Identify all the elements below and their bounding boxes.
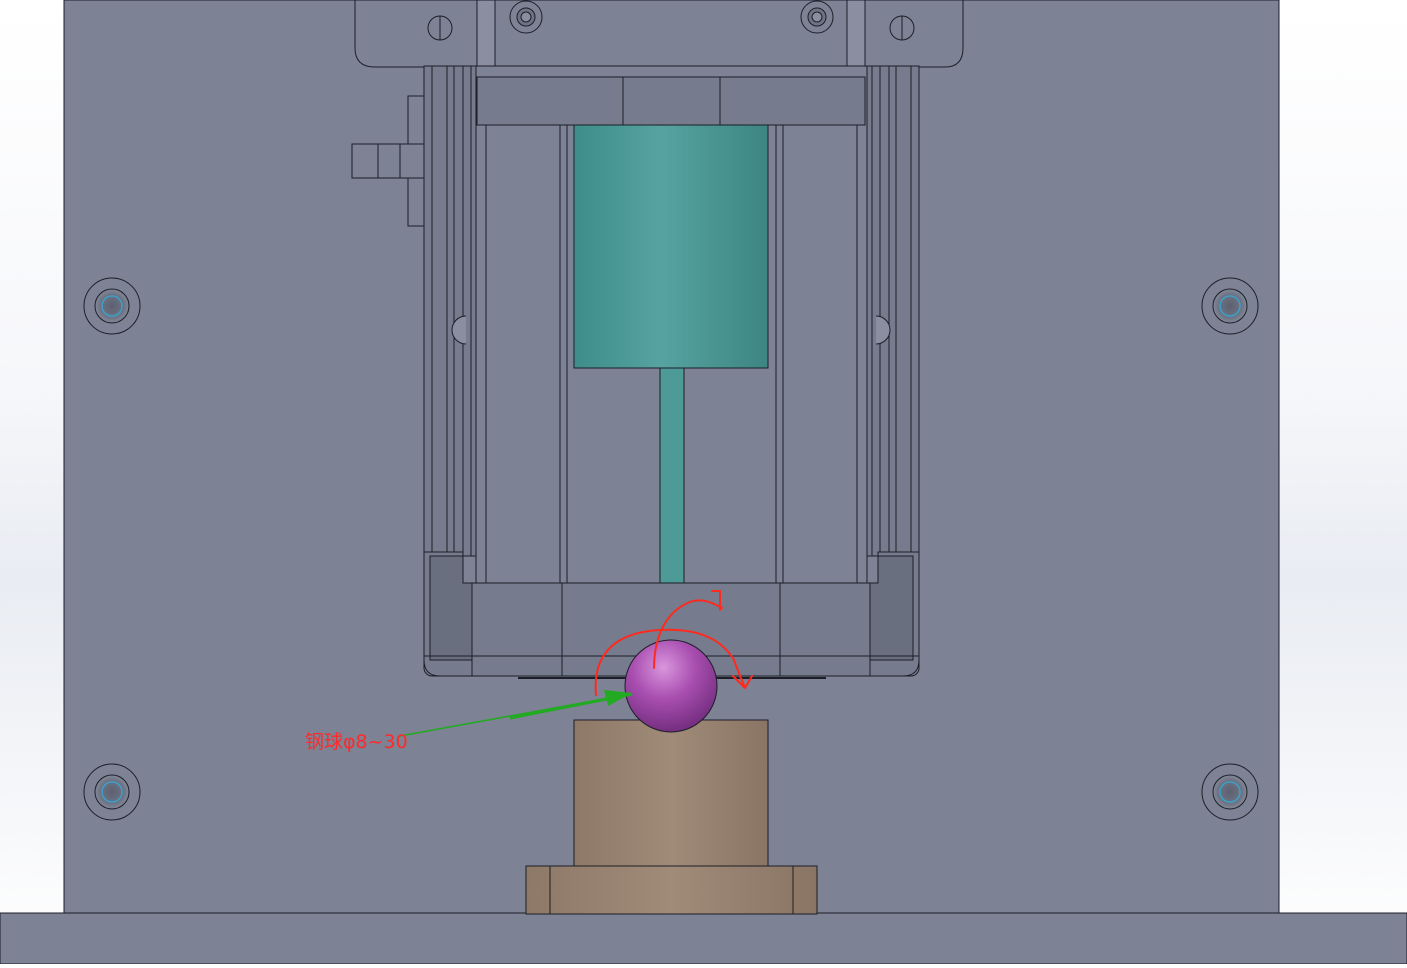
mount-hole-bottom-left [83,763,141,821]
bracket-bolt-left [509,0,543,34]
steel-ball [624,639,718,733]
base-plate [0,912,1407,965]
mount-hole-bottom-right [1201,763,1259,821]
cross-bar [476,76,866,126]
cad-viewport[interactable]: 钢球φ8~30 [0,0,1407,965]
ball-size-label: 钢球φ8~30 [305,731,408,753]
mount-hole-top-right [1201,277,1259,335]
bracket-hole-left [427,15,453,41]
bracket-bolt-right [800,0,834,34]
fixture-base [525,865,818,915]
fixture-pedestal [573,719,769,867]
motor-shaft [659,367,685,617]
bracket-hole-right [889,15,915,41]
motor-body [573,124,769,369]
assembly-drawing[interactable] [0,0,1407,965]
mount-hole-top-left [83,277,141,335]
